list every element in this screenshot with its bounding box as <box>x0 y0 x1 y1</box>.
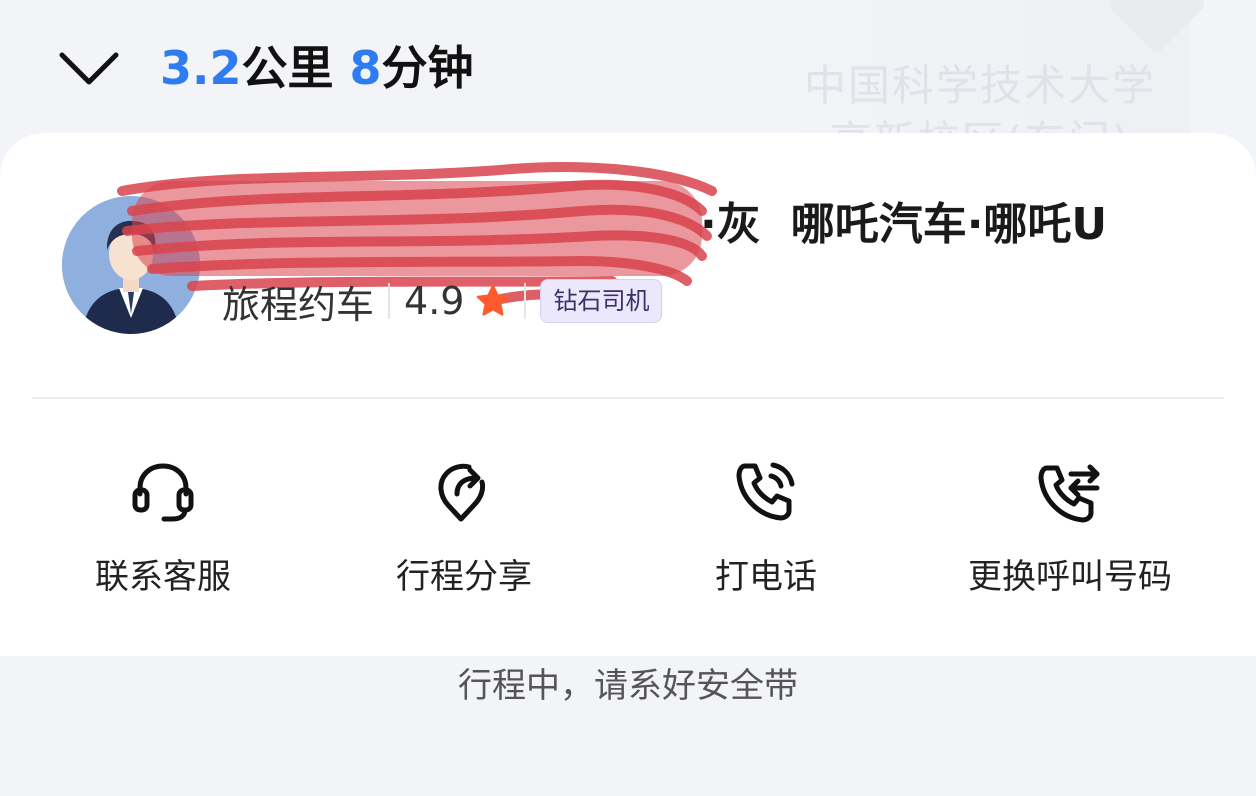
service-name: 旅程约车 <box>222 282 375 327</box>
driver-card: ·灰 哪吒汽车·哪吒U 旅程约车 4.9 钻石司机 联系客服 行程分享 打电话 … <box>0 133 1256 656</box>
share-location-icon <box>438 463 486 522</box>
star-icon <box>477 284 510 316</box>
change-number-button[interactable]: 更换呼叫号码 <box>940 453 1200 603</box>
avatar-icon <box>62 196 200 334</box>
action-label: 更换呼叫号码 <box>968 557 1172 597</box>
car-color: ·灰 <box>700 199 761 250</box>
chevron-down-icon <box>59 52 119 85</box>
driver-vehicle-line: ·灰 哪吒汽车·哪吒U <box>222 195 1107 255</box>
call-driver-button[interactable]: 打电话 <box>636 453 896 603</box>
trip-screen: 中国科学技术大学 高新校区(东门) 3.2公里 8分钟 ·灰 哪吒汽车·哪吒U … <box>0 0 1256 796</box>
distance-unit: 公里 <box>241 41 334 95</box>
action-bar: 联系客服 行程分享 打电话 更换呼叫号码 <box>0 453 1256 603</box>
meta-divider <box>388 283 391 319</box>
time-value: 8 <box>349 41 382 95</box>
phone-call-icon <box>736 462 795 521</box>
car-model: 哪吒汽车·哪吒U <box>790 199 1108 250</box>
share-trip-button[interactable]: 行程分享 <box>334 453 594 603</box>
action-label: 打电话 <box>715 557 817 597</box>
contact-support-button[interactable]: 联系客服 <box>33 453 293 603</box>
trip-summary: 3.2公里 8分钟 <box>160 38 474 98</box>
phone-switch-icon <box>1038 464 1100 523</box>
action-label: 联系客服 <box>95 557 231 597</box>
safety-tip: 行程中，请系好安全带 <box>458 666 798 706</box>
driver-meta: 旅程约车 4.9 钻石司机 <box>222 273 663 329</box>
distance-value: 3.2 <box>160 41 242 95</box>
meta-divider <box>524 283 527 319</box>
action-label: 行程分享 <box>396 557 532 597</box>
headset-icon <box>132 463 194 522</box>
card-divider <box>32 397 1224 399</box>
time-unit: 分钟 <box>381 41 474 95</box>
driver-badge: 钻石司机 <box>540 279 663 323</box>
trip-header: 3.2公里 8分钟 <box>0 0 1256 135</box>
collapse-button[interactable] <box>56 44 122 94</box>
driver-avatar[interactable] <box>62 196 200 334</box>
driver-rating: 4.9 <box>404 279 465 323</box>
